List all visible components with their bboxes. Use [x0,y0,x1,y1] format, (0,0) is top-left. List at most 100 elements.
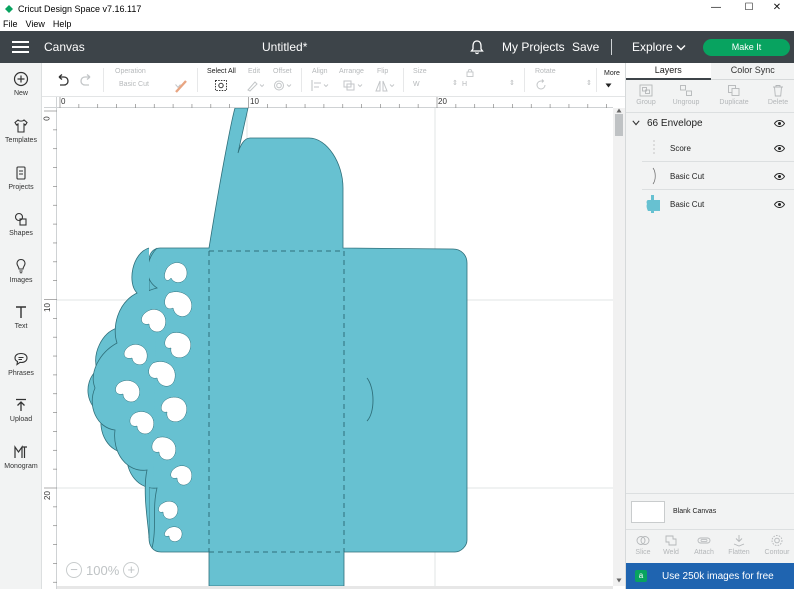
eye-icon[interactable] [774,201,785,208]
sidebar-item-projects[interactable]: Projects [0,165,42,191]
slice-icon [636,536,650,545]
chevron-down-icon[interactable] [632,120,640,126]
sidebar-item-label: Text [14,323,28,330]
scrollbar-thumb[interactable] [615,114,623,136]
app-window: Cricut Design Space v7.16.117 — ☐ ✕ File… [0,0,794,589]
ungroup-button[interactable]: Ungroup [666,84,706,106]
header-divider [611,39,612,55]
minimize-button[interactable]: — [699,0,733,17]
menu-view[interactable]: View [23,19,50,29]
eye-icon[interactable] [774,173,785,180]
sidebar-item-phrases[interactable]: Phrases [0,351,42,377]
offset-icon[interactable] [272,79,292,92]
layers-list: 66 Envelope Score Basic Cut Basic Cut [626,113,794,498]
edit-pencil-icon[interactable] [246,79,264,92]
layer-tools: Group Ungroup Duplicate Delete [626,80,794,113]
layer-row-basic-cut[interactable]: Basic Cut [642,163,794,190]
save-button[interactable]: Save [572,40,599,54]
close-window-button[interactable]: ✕ [760,0,794,17]
vertical-scrollbar[interactable] [613,108,625,586]
flatten-icon [733,535,745,547]
zoom-in-button[interactable]: + [123,562,140,578]
tool-label: Ungroup [672,99,700,106]
explore-menu[interactable]: Explore [632,40,673,54]
delete-button[interactable]: Delete [758,84,794,106]
stepper-icon[interactable]: ⇕ [452,79,458,87]
ruler-ticks [59,97,608,108]
flatten-button[interactable]: Flatten [722,534,756,556]
paperclip-icon [697,537,711,544]
chevron-down-icon[interactable] [676,44,686,51]
select-all-icon[interactable] [214,79,228,92]
tool-label: Contour [764,549,790,556]
arrange-icon[interactable] [342,79,364,92]
select-all-label[interactable]: Select All [207,68,236,75]
flip-icon[interactable] [374,79,396,92]
stepper-icon[interactable]: ⇕ [509,79,515,87]
caret-down-icon[interactable] [605,83,612,88]
undo-icon[interactable] [55,74,69,86]
tab-color-sync[interactable]: Color Sync [710,63,794,80]
layer-group-row[interactable]: 66 Envelope [626,113,794,135]
hamburger-menu-icon[interactable] [12,41,29,53]
toolbar-divider [197,68,198,92]
tab-layers[interactable]: Layers [626,63,711,80]
my-projects-link[interactable]: My Projects [502,40,565,54]
weld-button[interactable]: Weld [654,534,688,556]
blank-canvas-row[interactable]: Blank Canvas [626,493,794,529]
make-it-button[interactable]: Make It [703,39,790,56]
scroll-up-icon[interactable] [616,108,622,113]
layer-row-score[interactable]: Score [642,135,794,162]
rotate-icon[interactable] [535,79,547,91]
size-width-field[interactable]: W [413,81,420,88]
menu-help[interactable]: Help [50,19,77,29]
bell-icon[interactable] [470,39,484,55]
toolbar-divider [403,68,404,92]
group-button[interactable]: Group [626,84,666,106]
design-canvas[interactable] [57,108,613,586]
document-title[interactable]: Untitled* [262,40,307,54]
zoom-out-button[interactable]: − [66,562,82,578]
envelope-thumbnail-icon [646,195,660,213]
eye-icon[interactable] [774,145,785,152]
cricut-logo-icon [5,4,13,13]
more-button[interactable]: More [604,70,620,77]
tool-label: Group [636,99,656,106]
align-icon[interactable] [310,79,330,92]
sidebar-item-monogram[interactable]: Monogram [0,444,42,470]
rotate-label: Rotate [535,68,556,75]
toolbar-divider [596,68,597,92]
sidebar-item-text[interactable]: Text [0,304,42,330]
sidebar-item-label: Projects [8,184,34,191]
layer-row-basic-cut[interactable]: Basic Cut [642,191,794,218]
envelope-shape[interactable] [87,108,468,586]
attach-button[interactable]: Attach [687,534,721,556]
edit-toolbar: Operation Basic Cut Select All Edit Offs… [42,63,625,97]
canvas-color-swatch[interactable] [631,501,665,523]
contour-button[interactable]: Contour [760,534,794,556]
promo-banner[interactable]: a Use 250k images for free [626,563,794,589]
sidebar-item-upload[interactable]: Upload [0,397,42,423]
menu-file[interactable]: File [0,19,23,29]
sidebar-item-images[interactable]: Images [0,258,42,284]
sidebar-item-new[interactable]: New [0,71,42,97]
sidebar-item-shapes[interactable]: Shapes [0,211,42,237]
tool-label: Delete [767,99,789,106]
stepper-icon[interactable]: ⇕ [586,79,592,87]
contour-icon [771,535,783,546]
ruler-label: 10 [42,303,52,312]
window-titlebar: Cricut Design Space v7.16.117 — ☐ ✕ [0,0,794,17]
size-height-field[interactable]: H [462,81,467,88]
operation-select[interactable]: Basic Cut [119,81,149,88]
redo-icon[interactable] [80,74,94,86]
duplicate-button[interactable]: Duplicate [714,84,754,106]
sidebar-item-templates[interactable]: Templates [0,118,42,144]
lock-icon[interactable] [466,68,474,77]
plus-circle-icon [13,71,29,87]
monogram-icon [14,445,27,458]
sidebar-item-label: Phrases [8,370,34,377]
eye-icon[interactable] [774,120,785,127]
app-header: Canvas Untitled* My Projects Save Explor… [0,31,794,63]
pen-color-icon[interactable] [173,79,189,93]
scroll-down-icon[interactable] [616,578,622,583]
